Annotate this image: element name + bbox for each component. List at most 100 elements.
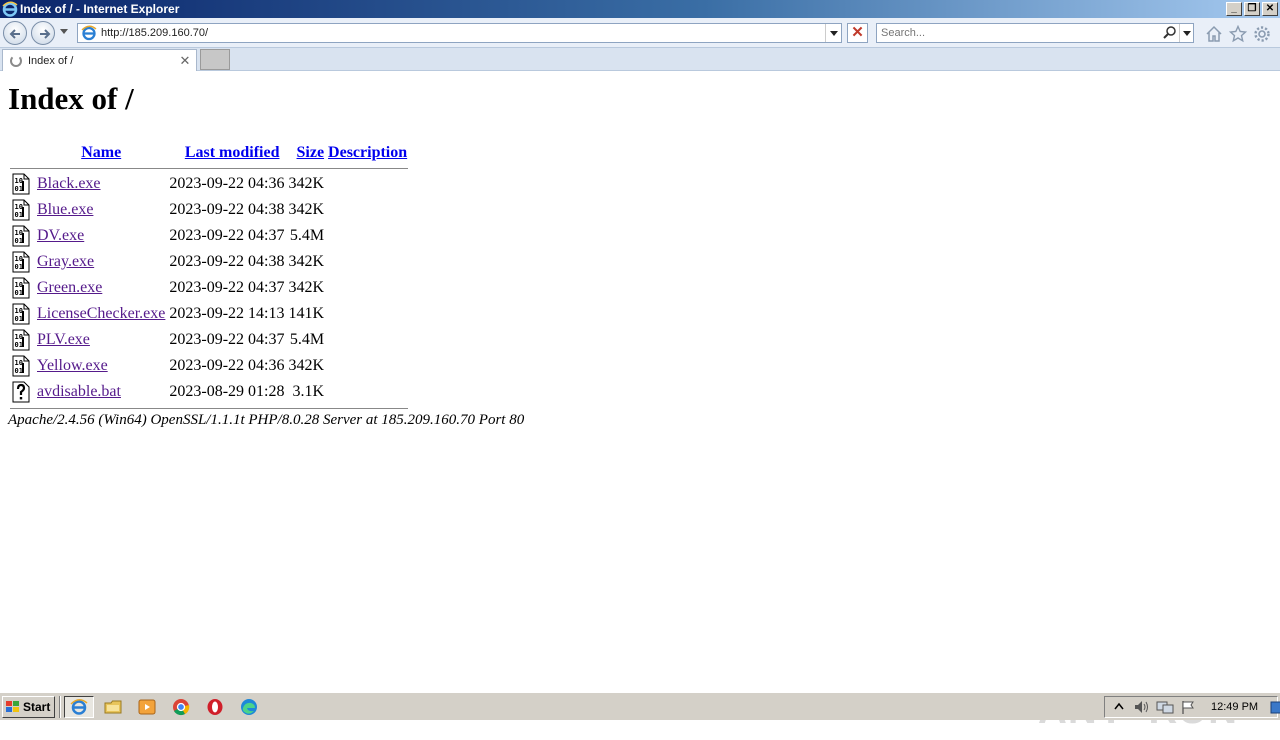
file-modified-cell: 2023-09-22 04:36	[169, 175, 285, 192]
search-input[interactable]	[877, 27, 1161, 39]
binary-file-icon: 10 01	[10, 328, 34, 352]
svg-text:10: 10	[15, 203, 23, 211]
file-link[interactable]: PLV.exe	[37, 331, 90, 348]
binary-file-icon: 10 01	[10, 250, 34, 274]
file-size-cell: 342K	[288, 201, 325, 218]
table-row: 10 01 LicenseChecker.exe 2023-09-22 14:13 14…	[10, 302, 408, 326]
file-description-cell	[327, 276, 408, 300]
binary-file-icon: 10 01	[10, 276, 34, 300]
binary-file-icon: 10 01	[10, 224, 34, 248]
file-description-cell	[327, 224, 408, 248]
file-link[interactable]: LicenseChecker.exe	[37, 305, 165, 322]
taskbar-file-explorer[interactable]	[98, 696, 128, 718]
taskbar-media-player[interactable]	[132, 696, 162, 718]
file-name-cell: avdisable.bat	[36, 380, 166, 404]
svg-text:01: 01	[15, 289, 23, 297]
file-name-cell: DV.exe	[36, 224, 166, 248]
file-link[interactable]: avdisable.bat	[37, 383, 121, 400]
sort-by-description-link[interactable]: Description	[328, 144, 407, 161]
chrome-icon	[173, 699, 190, 716]
action-center-flag-icon[interactable]	[1179, 699, 1197, 715]
file-link[interactable]: DV.exe	[37, 227, 84, 244]
close-button[interactable]: ✕	[1262, 2, 1278, 16]
size-column-header[interactable]: Size	[287, 142, 325, 164]
file-description-cell	[327, 354, 408, 378]
file-size-cell: 141K	[288, 305, 325, 322]
binary-file-icon: 10 01	[10, 302, 34, 326]
minimize-button[interactable]: _	[1226, 2, 1242, 16]
file-modified-cell: 2023-09-22 04:37	[169, 227, 285, 244]
taskbar-clock[interactable]: 12:49 PM	[1211, 701, 1258, 713]
file-link[interactable]: Green.exe	[37, 279, 102, 296]
svg-text:01: 01	[15, 211, 23, 219]
window-title-bar: Index of / - Internet Explorer _ ❐ ✕	[0, 0, 1280, 18]
svg-text:10: 10	[15, 333, 23, 341]
taskbar-edge[interactable]	[234, 696, 264, 718]
file-name-cell: LicenseChecker.exe	[36, 302, 166, 326]
last-modified-column-header[interactable]: Last modified	[168, 142, 285, 164]
file-link[interactable]: Black.exe	[37, 175, 101, 192]
volume-icon[interactable]	[1133, 699, 1151, 715]
sort-by-name-link[interactable]: Name	[81, 144, 121, 161]
tab-bar: Index of / ✕	[0, 48, 1280, 71]
address-bar[interactable]: http://185.209.160.70/	[77, 23, 842, 43]
home-icon[interactable]	[1205, 25, 1223, 43]
show-hidden-icons-chevron-up-icon[interactable]	[1110, 699, 1128, 715]
file-name-cell: Blue.exe	[36, 198, 166, 222]
search-dropdown-button[interactable]	[1179, 24, 1193, 42]
network-icon[interactable]	[1156, 699, 1174, 715]
sort-by-size-link[interactable]: Size	[297, 144, 325, 161]
taskbar-separator	[59, 696, 61, 718]
file-link[interactable]: Gray.exe	[37, 253, 94, 270]
new-tab-button[interactable]	[200, 49, 230, 70]
start-label: Start	[23, 700, 51, 714]
media-player-icon	[138, 699, 156, 715]
stop-button[interactable]: ✕	[847, 23, 868, 43]
table-row: 10 01 Blue.exe 2023-09-22 04:38 342K	[10, 198, 408, 222]
address-url[interactable]: http://185.209.160.70/	[101, 27, 825, 39]
sort-by-modified-link[interactable]: Last modified	[185, 144, 280, 161]
search-box[interactable]	[876, 23, 1194, 43]
recent-pages-dropdown[interactable]	[60, 29, 68, 34]
start-button[interactable]: Start	[2, 696, 55, 718]
taskbar-chrome[interactable]	[166, 696, 196, 718]
taskbar-opera[interactable]	[200, 696, 230, 718]
address-dropdown-button[interactable]	[825, 24, 841, 42]
back-button[interactable]	[3, 21, 27, 45]
binary-file-icon: 10 01	[10, 172, 34, 196]
navigation-bar: http://185.209.160.70/ ✕	[0, 18, 1280, 48]
file-name-cell: Green.exe	[36, 276, 166, 300]
table-row: avdisable.bat 2023-08-29 01:28 3.1K	[10, 380, 408, 404]
file-modified-cell: 2023-09-22 04:36	[169, 357, 285, 374]
svg-text:10: 10	[15, 359, 23, 367]
windows-logo-icon	[6, 701, 19, 712]
unknown-file-icon	[10, 380, 34, 404]
chevron-down-icon	[1182, 30, 1191, 36]
favorites-star-icon[interactable]	[1228, 24, 1248, 43]
folder-icon	[104, 700, 122, 714]
taskbar: Start 12:49 PM	[0, 692, 1280, 720]
file-description-cell	[327, 172, 408, 196]
restore-button[interactable]: ❐	[1244, 2, 1260, 16]
table-row: 10 01 Green.exe 2023-09-22 04:37 342K	[10, 276, 408, 300]
internet-explorer-icon	[70, 699, 88, 715]
tab-close-icon[interactable]: ✕	[177, 53, 193, 69]
file-link[interactable]: Yellow.exe	[37, 357, 108, 374]
taskbar-internet-explorer[interactable]	[64, 696, 94, 718]
file-description-cell	[327, 250, 408, 274]
file-size-cell: 342K	[288, 357, 325, 374]
show-desktop-icon[interactable]	[1270, 699, 1280, 715]
file-link[interactable]: Blue.exe	[37, 201, 93, 218]
forward-button[interactable]	[31, 21, 55, 45]
file-description-cell	[327, 302, 408, 326]
file-size-cell: 342K	[288, 279, 325, 296]
search-icon[interactable]	[1161, 24, 1179, 42]
description-column-header[interactable]: Description	[327, 142, 408, 164]
name-column-header[interactable]: Name	[36, 142, 166, 164]
file-modified-cell: 2023-09-22 04:38	[169, 201, 285, 218]
file-modified-cell: 2023-08-29 01:28	[169, 383, 285, 400]
binary-file-icon: 10 01	[10, 198, 34, 222]
tab-index-of[interactable]: Index of / ✕	[2, 49, 197, 71]
file-description-cell	[327, 380, 408, 404]
gear-icon[interactable]	[1253, 25, 1271, 43]
